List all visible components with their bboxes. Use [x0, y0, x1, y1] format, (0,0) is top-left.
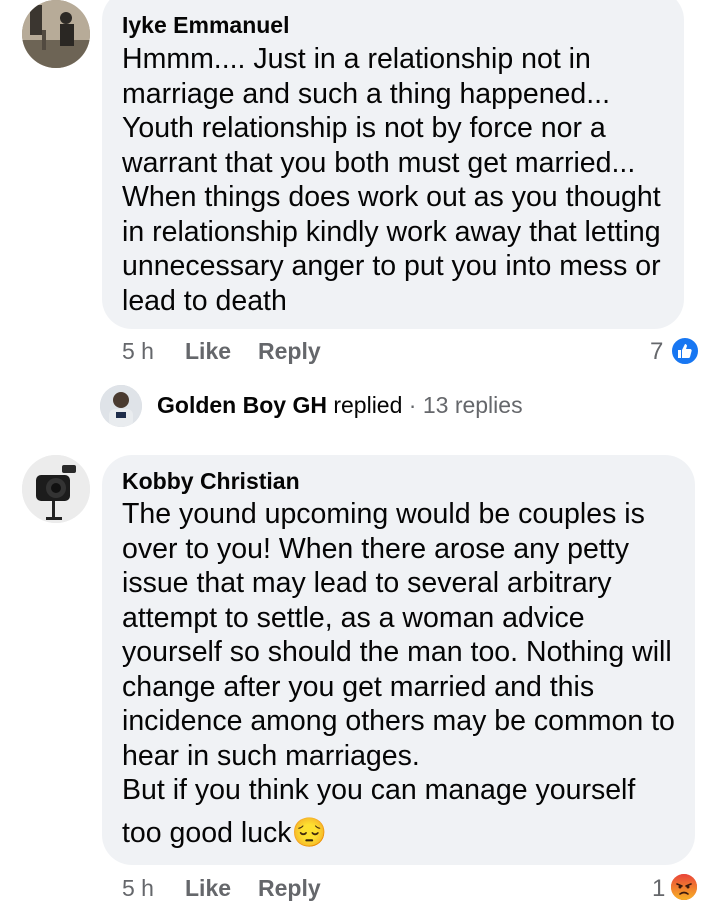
- comment-timestamp[interactable]: 5 h: [122, 338, 154, 365]
- avatar[interactable]: [22, 0, 90, 68]
- like-button[interactable]: Like: [185, 338, 231, 365]
- comment-line: too good luck😔: [122, 816, 328, 849]
- reaction-count[interactable]: 7: [650, 338, 663, 366]
- comment-line: marriage and such a thing happened...: [122, 77, 611, 110]
- comment-line: unnecessary anger to put you into mess o…: [122, 250, 661, 282]
- comment-line: incidence among others may be common to: [122, 705, 675, 737]
- separator-dot: ·: [408, 392, 417, 418]
- comment-line: over to you! When there arose any petty: [122, 532, 629, 565]
- avatar-photo: [22, 0, 90, 68]
- comment-line: warrant that you both must get married..…: [122, 146, 636, 179]
- comment-line: yourself so should the man too. Nothing …: [122, 636, 672, 668]
- comment-line: The yound upcoming would be couples is: [122, 498, 645, 530]
- comment-line: issue that may lead to several arbitrary: [122, 567, 612, 599]
- comment-timestamp[interactable]: 5 h: [122, 875, 154, 902]
- comment-line: Hmmm.... Just in a relationship not in: [122, 43, 591, 75]
- like-button[interactable]: Like: [185, 875, 231, 902]
- comment-actions: 5 h Like Reply: [0, 338, 720, 368]
- reply-button[interactable]: Reply: [258, 875, 321, 902]
- comment-line: But if you think you can manage yourself: [122, 774, 636, 806]
- comment-actions: 5 h Like Reply: [0, 875, 720, 905]
- comment-text: Hmmm.... Just in a relationship not in m…: [122, 42, 682, 318]
- comment-text: The yound upcoming would be couples is o…: [122, 497, 692, 850]
- replier-name[interactable]: Golden Boy GH: [157, 392, 327, 418]
- reply-button[interactable]: Reply: [258, 338, 321, 365]
- comment-line: change after you get married and this: [122, 670, 595, 703]
- reply-count[interactable]: 13 replies: [423, 392, 523, 418]
- comment-line: Youth relationship is not by force nor a: [122, 112, 606, 144]
- reaction-count[interactable]: 1: [652, 875, 665, 903]
- comment-author[interactable]: Iyke Emmanuel: [122, 12, 289, 39]
- comment-author[interactable]: Kobby Christian: [122, 468, 300, 495]
- replied-label: replied: [333, 392, 403, 418]
- replies-summary-text[interactable]: Golden Boy GH replied · 13 replies: [157, 392, 523, 419]
- comment-line: attempt to settle, as a woman advice: [122, 601, 585, 634]
- comment-line: in relationship kindly work away that le…: [122, 215, 661, 248]
- comment-line: When things does work out as you thought: [122, 181, 661, 213]
- like-icon[interactable]: [670, 336, 700, 366]
- replier-avatar[interactable]: [100, 385, 142, 427]
- replier-photo: [100, 385, 142, 427]
- comment-line: lead to death: [122, 284, 287, 317]
- angry-icon[interactable]: [669, 872, 699, 902]
- avatar-photo: [22, 455, 90, 523]
- avatar[interactable]: [22, 455, 90, 523]
- comment-line: hear in such marriages.: [122, 739, 420, 772]
